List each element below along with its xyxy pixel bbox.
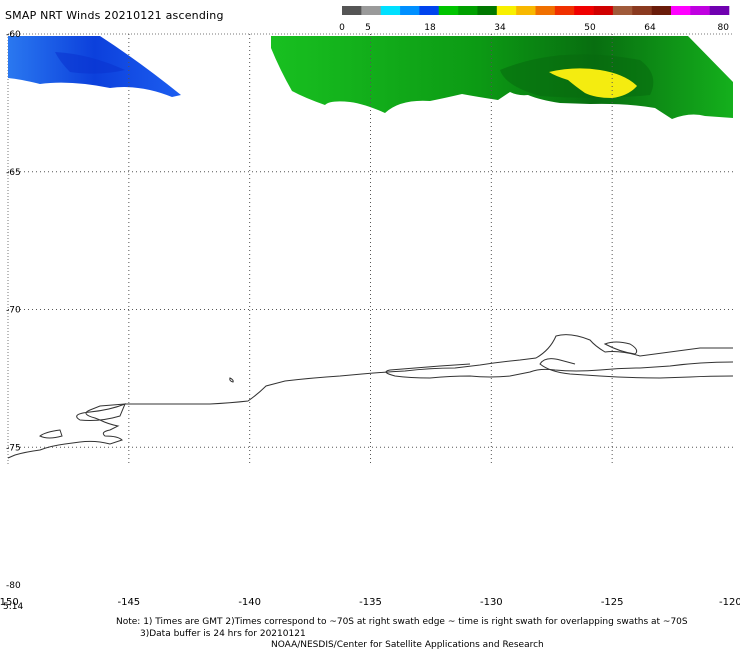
colorbar-segment <box>458 6 478 15</box>
colorbar-segment <box>419 6 440 15</box>
antarctic-coastline <box>7 334 734 459</box>
latitude-tick-label: -75 <box>6 443 21 453</box>
longitude-tick-label: -145 <box>117 597 140 608</box>
colorbar-segment <box>496 6 517 15</box>
colorbar-tick-label: 50 <box>584 23 596 33</box>
longitude-tick-label: -130 <box>480 597 503 608</box>
colorbar-segment <box>612 6 633 15</box>
colorbar-tick-label: 18 <box>424 23 436 33</box>
colorbar-segment <box>690 6 710 15</box>
colorbar-segment <box>400 6 420 15</box>
longitude-tick-label: -120 <box>719 597 740 608</box>
colorbar-segment <box>438 6 459 15</box>
time-label: 5:14 <box>3 602 24 612</box>
colorbar-segment <box>554 6 575 15</box>
colorbar-segment <box>535 6 556 15</box>
latitude-tick-label: -70 <box>6 306 21 316</box>
latitude-tick-label: -80 <box>6 581 21 591</box>
colorbar-tick-label: 80 <box>718 23 730 33</box>
colorbar-tick-label: 5 <box>365 23 371 33</box>
latitude-tick-label: -65 <box>6 168 21 178</box>
latitude-labels: -60 -65 -70 -75 -80 <box>6 30 21 591</box>
wind-speed-colorbar: 0 5 18 34 50 64 80 <box>339 6 730 33</box>
longitude-tick-label: -135 <box>359 597 382 608</box>
wind-swath-green <box>271 36 733 119</box>
colorbar-segment <box>709 6 730 15</box>
note-line-3: NOAA/NESDIS/Center for Satellite Applica… <box>271 640 544 650</box>
note-line-1: Note: 1) Times are GMT 2)Times correspon… <box>116 617 688 627</box>
colorbar-segment <box>574 6 594 15</box>
colorbar-segment <box>632 6 652 15</box>
colorbar-segment <box>380 6 401 15</box>
note-line-2: 3)Data buffer is 24 hrs for 20210121 <box>140 629 306 639</box>
colorbar-tick-label: 34 <box>494 23 506 33</box>
colorbar-segment <box>593 6 614 15</box>
longitude-tick-label: -140 <box>238 597 261 608</box>
colorbar-segment <box>361 6 381 15</box>
longitude-labels: -150-145-140-135-130-125-120 <box>0 597 740 608</box>
colorbar-segment <box>477 6 498 15</box>
colorbar-segment <box>342 6 362 15</box>
colorbar-segment <box>670 6 691 15</box>
colorbar-segment <box>651 6 672 15</box>
colorbar-tick-label: 0 <box>339 23 345 33</box>
wind-swath-blue <box>8 36 181 97</box>
colorbar-tick-label: 64 <box>644 23 656 33</box>
latitude-tick-label: -60 <box>6 30 21 40</box>
longitude-tick-label: -125 <box>601 597 624 608</box>
colorbar-segment <box>516 6 536 15</box>
wind-map: 051834506480 -60-65-70-75-80 -150-145-14… <box>0 6 740 608</box>
